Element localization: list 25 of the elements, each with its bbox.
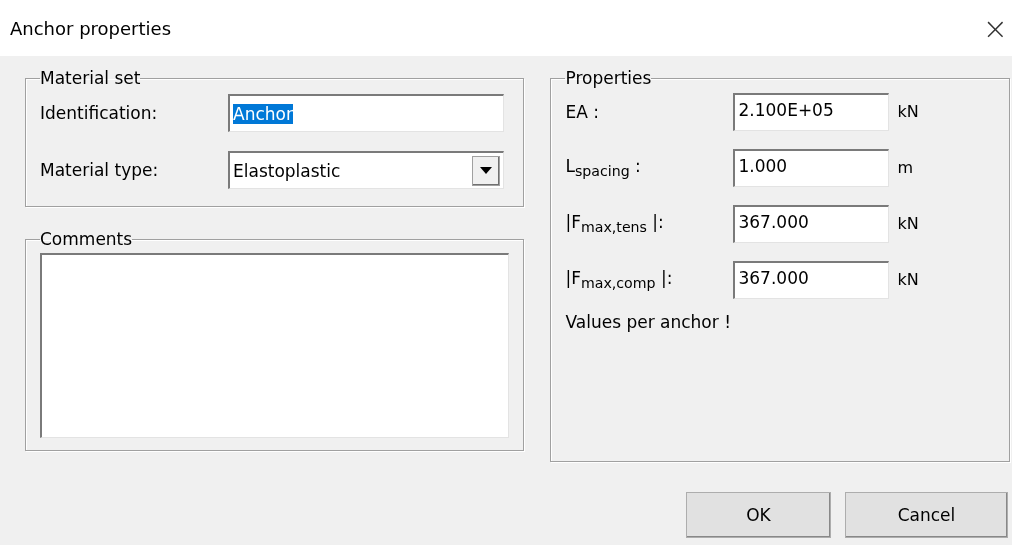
- group-legend: Material set: [40, 68, 141, 88]
- property-field[interactable]: 367.000: [733, 204, 890, 243]
- property-label: |F$_{max,comp}$ |:: [565, 267, 674, 292]
- comments-field[interactable]: [40, 253, 510, 438]
- property-label: |F$_{max,tens}$ |:: [565, 211, 665, 236]
- material-type-dropdown[interactable]: Elastoplastic: [228, 151, 504, 189]
- close-button[interactable]: ×: [978, 10, 1012, 46]
- window-title: Anchor properties: [10, 17, 171, 39]
- dialog-button[interactable]: Cancel: [845, 492, 1008, 538]
- note-text: Values per anchor !: [565, 312, 732, 332]
- property-field[interactable]: 1.000: [733, 148, 890, 187]
- group-legend: Comments: [40, 229, 133, 249]
- field-label: Identification:: [40, 103, 159, 123]
- unit-label: kN: [897, 270, 919, 289]
- property-field[interactable]: 2.100E+05: [733, 92, 890, 131]
- unit-label: kN: [897, 102, 919, 121]
- group-legend: Properties: [565, 68, 652, 88]
- dialog-button[interactable]: OK: [686, 492, 831, 538]
- unit-label: m: [897, 158, 914, 177]
- field-label: Material type:: [40, 160, 160, 180]
- property-label: EA :: [565, 101, 600, 122]
- property-field[interactable]: 367.000: [733, 260, 890, 299]
- unit-label: kN: [897, 214, 919, 233]
- property-label: L$_{spacing}$ :: [565, 155, 642, 180]
- identification-field[interactable]: Anchor: [228, 94, 504, 132]
